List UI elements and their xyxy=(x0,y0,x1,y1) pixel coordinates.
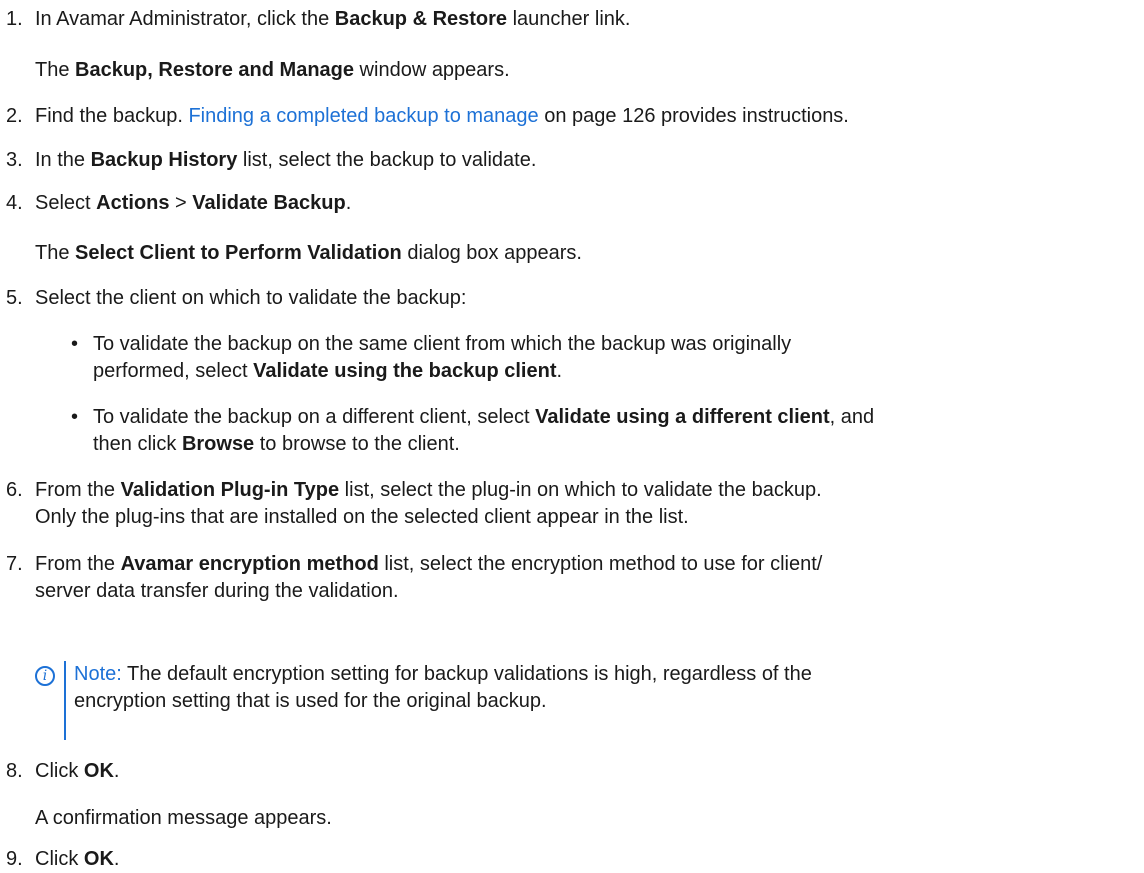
step-1-text: In Avamar Administrator, click the Backu… xyxy=(35,8,631,30)
step-5-text: Select the client on which to validate t… xyxy=(35,287,467,309)
step-4-text: Select Actions > Validate Backup. xyxy=(35,192,352,214)
step-4-result: The Select Client to Perform Validation … xyxy=(35,242,582,264)
step-6-line-1: From the Validation Plug-in Type list, s… xyxy=(35,479,822,501)
step-7-number: 7. xyxy=(6,553,23,575)
note-divider xyxy=(64,661,66,740)
bullet-2-line-1: To validate the backup on a different cl… xyxy=(93,406,875,428)
step-5-number: 5. xyxy=(6,287,23,309)
step-9-text: Click OK. xyxy=(35,848,120,870)
backup-restore-label: Backup & Restore xyxy=(334,8,508,30)
note-line-1: Note: The default encryption setting for… xyxy=(74,663,812,685)
bullet-1-marker: • xyxy=(71,333,79,355)
step-1: 1. xyxy=(6,8,23,30)
step-3-number: 3. xyxy=(6,149,23,171)
step-6-line-2: Only the plug-ins that are installed on … xyxy=(35,506,689,528)
bullet-1-line-1: To validate the backup on the same clien… xyxy=(93,333,792,355)
step-2-number: 2. xyxy=(6,105,23,127)
step-8-text: Click OK. xyxy=(35,760,120,782)
step-1-result: The Backup, Restore and Manage window ap… xyxy=(35,59,510,81)
document-page: 1. In Avamar Administrator, click the Ba… xyxy=(0,0,1144,870)
step-9-number: 9. xyxy=(6,848,23,870)
step-6-number: 6. xyxy=(6,479,23,501)
finding-backup-link[interactable]: Finding a completed backup to manage xyxy=(188,105,538,127)
note-line-2: encryption setting that is used for the … xyxy=(74,690,547,712)
step-7-line-1: From the Avamar encryption method list, … xyxy=(35,553,823,575)
bullet-2-line-2: then click Browse to browse to the clien… xyxy=(93,433,460,455)
step-8-number: 8. xyxy=(6,760,23,782)
step-3-text: In the Backup History list, select the b… xyxy=(35,149,537,171)
bullet-1-line-2: performed, select Validate using the bac… xyxy=(93,360,563,382)
step-7-line-2: server data transfer during the validati… xyxy=(35,580,399,602)
step-8-result: A confirmation message appears. xyxy=(35,807,332,829)
info-circle-icon: i xyxy=(35,666,55,686)
note-label: Note: xyxy=(74,663,122,685)
step-4-number: 4. xyxy=(6,192,23,214)
step-2-text: Find the backup. Finding a completed bac… xyxy=(35,105,849,127)
bullet-2-marker: • xyxy=(71,406,79,428)
